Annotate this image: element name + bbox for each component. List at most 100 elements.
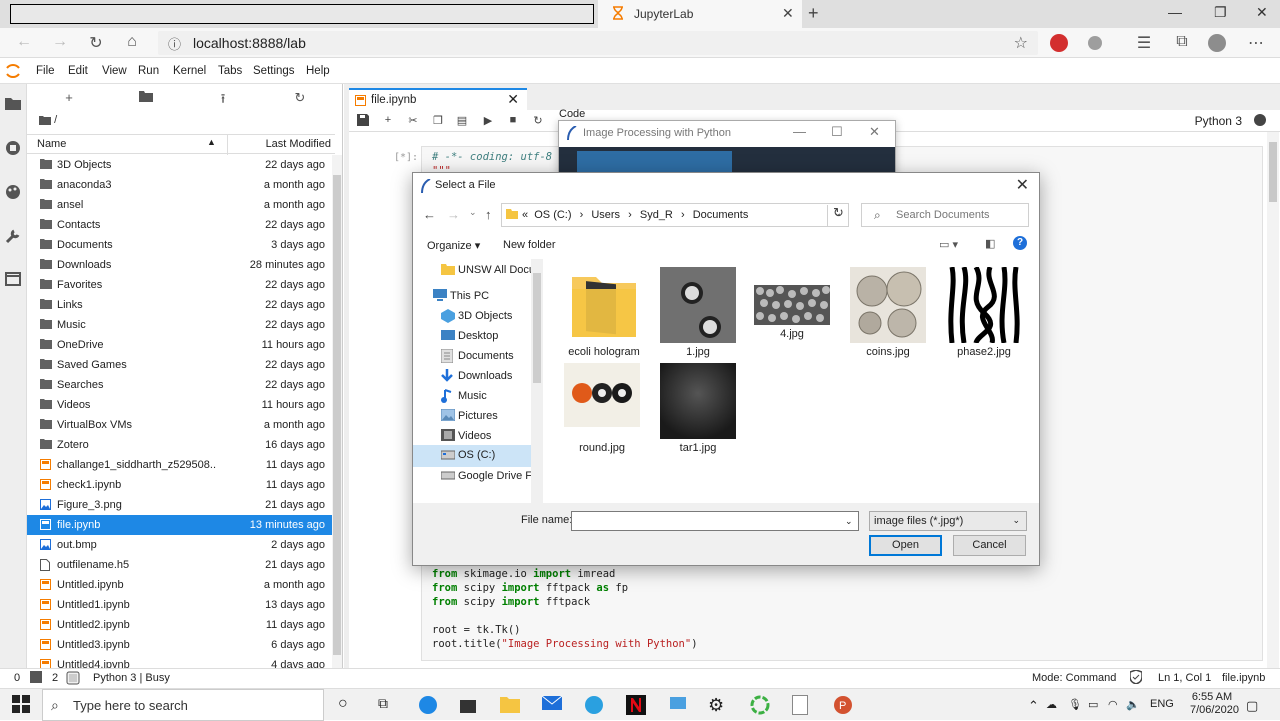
crumb[interactable]: Users xyxy=(591,209,620,221)
sort-arrow-icon[interactable]: ▲ xyxy=(207,137,216,147)
favorites-list-icon[interactable]: ☰ xyxy=(1134,33,1154,53)
store-icon[interactable] xyxy=(458,695,478,715)
minimize-icon[interactable]: — xyxy=(1168,4,1182,20)
battery-icon[interactable]: ▭ xyxy=(1088,698,1098,711)
close-icon[interactable]: ✕ xyxy=(869,124,880,140)
file-explorer-icon[interactable] xyxy=(500,695,520,715)
forward-icon[interactable]: → xyxy=(50,33,70,53)
language-indicator[interactable]: ENG xyxy=(1150,698,1174,710)
cut-icon[interactable]: ✂ xyxy=(406,114,420,128)
crumb[interactable]: Documents xyxy=(693,209,749,221)
more-menu-icon[interactable]: ⋯ xyxy=(1246,33,1266,53)
close-icon[interactable]: ✕ xyxy=(1016,175,1029,195)
browser-tab-jupyterlab[interactable]: JupyterLab ✕ xyxy=(598,0,802,28)
file-row[interactable]: Saved Games 22 days ago xyxy=(27,355,335,375)
folder-icon[interactable] xyxy=(5,96,23,114)
cortana-icon[interactable]: ○ xyxy=(338,695,358,715)
file-thumb[interactable]: tar1.jpg xyxy=(659,363,737,454)
tray-app-icon[interactable]: ☁ xyxy=(1046,698,1057,711)
home-icon[interactable]: ⌂ xyxy=(122,33,142,53)
up-icon[interactable]: ↑ xyxy=(485,207,492,222)
maximize-icon[interactable]: ☐ xyxy=(831,124,843,140)
notification-icon[interactable]: ▢ xyxy=(1246,698,1258,714)
file-row[interactable]: Untitled1.ipynb 13 days ago xyxy=(27,595,335,615)
adblock-icon[interactable] xyxy=(1050,34,1068,52)
volume-icon[interactable]: 🔈 xyxy=(1126,698,1140,711)
settings-gear-icon[interactable]: ⚙ xyxy=(708,695,728,715)
dialog-address-bar[interactable]: « OS (C:) › Users › Syd_R › Documents ⌄ xyxy=(501,203,849,227)
file-thumb[interactable]: ecoli hologram xyxy=(565,267,643,358)
save-icon[interactable] xyxy=(357,114,371,128)
windows-start-icon[interactable] xyxy=(12,695,32,715)
tk-window[interactable]: Image Processing with Python — ☐ ✕ xyxy=(558,120,896,180)
menu-kernel[interactable]: Kernel xyxy=(173,65,206,77)
netflix-icon[interactable] xyxy=(626,695,646,715)
address-bar[interactable]: ⓘ localhost:8888/lab ☆ xyxy=(158,31,1038,55)
refresh-files-icon[interactable]: ↻ xyxy=(292,90,308,106)
cursor-position[interactable]: Ln 1, Col 1 xyxy=(1158,672,1211,684)
cell-type-select[interactable]: Code xyxy=(559,108,585,120)
file-row[interactable]: Links 22 days ago xyxy=(27,295,335,315)
file-thumb[interactable]: 1.jpg xyxy=(659,267,737,358)
column-modified[interactable]: Last Modified xyxy=(266,138,331,150)
file-row[interactable]: Contacts 22 days ago xyxy=(27,215,335,235)
file-row[interactable]: Untitled.ipynb a month ago xyxy=(27,575,335,595)
filename-input[interactable] xyxy=(571,511,859,531)
recent-dropdown-icon[interactable]: ⌄ xyxy=(469,207,477,218)
insert-cell-icon[interactable]: + xyxy=(381,114,395,128)
nav-pane-scrollbar[interactable] xyxy=(531,259,543,503)
file-row[interactable]: Searches 22 days ago xyxy=(27,375,335,395)
nav-item-selected[interactable]: OS (C:) xyxy=(413,445,531,467)
file-thumb[interactable]: coins.jpg xyxy=(849,267,927,358)
tabs-icon[interactable] xyxy=(5,272,23,290)
kernel-name[interactable]: Python 3 xyxy=(1195,114,1242,128)
menu-run[interactable]: Run xyxy=(138,65,159,77)
status-kernels[interactable]: 2 xyxy=(52,672,58,684)
crumb[interactable]: Syd_R xyxy=(640,209,673,221)
close-window-icon[interactable]: ✕ xyxy=(1256,4,1268,21)
new-tab-button[interactable]: + xyxy=(808,3,819,24)
info-icon[interactable]: ⓘ xyxy=(168,34,181,53)
microphone-icon[interactable]: 🎙 xyxy=(1068,698,1082,711)
file-row[interactable]: challange1_siddharth_z529508... 11 days a… xyxy=(27,455,335,475)
menu-help[interactable]: Help xyxy=(306,65,330,77)
notebook-tab[interactable]: file.ipynb ✕ xyxy=(349,88,527,110)
breadcrumb[interactable]: / xyxy=(39,114,57,126)
menu-edit[interactable]: Edit xyxy=(68,65,88,77)
running-icon[interactable] xyxy=(5,140,23,158)
file-row[interactable]: anaconda3 a month ago xyxy=(27,175,335,195)
file-row[interactable]: Favorites 22 days ago xyxy=(27,275,335,295)
new-folder-icon[interactable] xyxy=(139,90,155,106)
file-thumb[interactable]: round.jpg xyxy=(563,363,641,454)
file-thumb[interactable]: 4.jpg xyxy=(753,267,831,340)
file-row[interactable]: Untitled3.ipynb 6 days ago xyxy=(27,635,335,655)
run-icon[interactable]: ▶ xyxy=(481,114,495,128)
file-row[interactable]: ansel a month ago xyxy=(27,195,335,215)
search-input[interactable]: ⌕ Search Documents xyxy=(861,203,1029,227)
file-row[interactable]: OneDrive 11 hours ago xyxy=(27,335,335,355)
favorite-star-icon[interactable]: ☆ xyxy=(1014,33,1028,53)
file-row[interactable]: Zotero 16 days ago xyxy=(27,435,335,455)
app-icon[interactable] xyxy=(750,695,770,715)
file-type-select[interactable]: image files (*.jpg*) ⌄ xyxy=(869,511,1027,531)
mail-icon[interactable] xyxy=(542,695,562,715)
status-terminals[interactable]: 0 xyxy=(14,672,20,684)
upload-icon[interactable]: ⭱ xyxy=(215,90,231,106)
wifi-icon[interactable]: ◠ xyxy=(1108,698,1118,711)
file-row[interactable]: Downloads 28 minutes ago xyxy=(27,255,335,275)
app-icon[interactable] xyxy=(584,695,604,715)
tray-chevron-icon[interactable]: ⌃ xyxy=(1028,698,1039,714)
taskbar-search[interactable]: ⌕ Type here to search xyxy=(42,689,324,721)
view-icon[interactable]: ▭ ▾ xyxy=(939,238,958,251)
column-name[interactable]: Name xyxy=(37,138,66,150)
paste-icon[interactable]: ▤ xyxy=(455,114,469,128)
avatar[interactable] xyxy=(1208,34,1226,52)
back-icon[interactable]: ← xyxy=(423,207,436,222)
minimize-icon[interactable]: — xyxy=(793,124,806,139)
help-icon[interactable]: ? xyxy=(1013,236,1027,250)
file-row[interactable]: VirtualBox VMs a month ago xyxy=(27,415,335,435)
app-icon[interactable] xyxy=(668,695,688,715)
close-notebook-icon[interactable]: ✕ xyxy=(507,91,519,108)
notebook-scrollbar[interactable] xyxy=(1267,132,1279,668)
forward-icon[interactable]: → xyxy=(447,207,460,222)
